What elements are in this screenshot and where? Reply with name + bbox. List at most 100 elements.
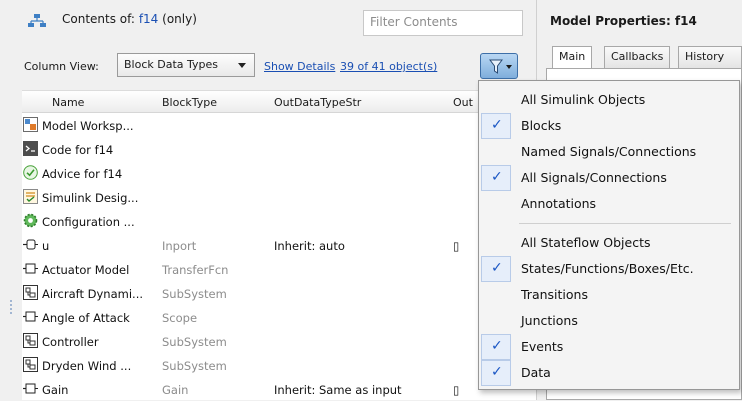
menu-item[interactable]: ✓ All Signals/Connections (479, 165, 739, 191)
cell-blocktype: TransferFcn (162, 263, 229, 277)
cell-name: Dryden Wind ... (42, 359, 132, 373)
checkmark-icon: ✓ (491, 169, 503, 185)
dropdown-arrow-icon (238, 63, 246, 68)
cell-blocktype: Gain (162, 383, 189, 397)
contents-prefix: Contents of: (62, 12, 135, 26)
table-row[interactable]: Aircraft Dynami... SubSystem (22, 281, 536, 305)
menu-item[interactable]: All Stateflow Objects (479, 230, 739, 256)
menu-item[interactable]: Junctions (479, 308, 739, 334)
table-row[interactable]: Simulink Desig... (22, 185, 536, 209)
block-icon (23, 381, 38, 396)
hierarchy-icon (28, 14, 46, 27)
contents-table: Name BlockType OutDataTypeStr Out Model … (22, 90, 536, 400)
column-view-select[interactable]: Block Data Types (117, 53, 255, 77)
menu-item-label: All Signals/Connections (521, 170, 667, 185)
cell-blocktype: Scope (162, 311, 198, 325)
cell-blocktype: SubSystem (162, 287, 227, 301)
column-header-outdatatypestr[interactable]: OutDataTypeStr (274, 96, 361, 109)
cell-outdatatypestr: Inherit: auto (274, 239, 345, 253)
cell-out: ▯ (453, 239, 460, 253)
inport-icon (23, 237, 38, 252)
funnel-icon (489, 59, 512, 74)
menu-item-label: All Stateflow Objects (521, 235, 651, 250)
cell-name: Code for f14 (42, 143, 114, 157)
menu-item-check-area: ✓ (481, 334, 511, 360)
cell-name: u (42, 239, 50, 253)
checkmark-icon: ✓ (491, 260, 503, 276)
menu-item-check-area (479, 282, 513, 308)
menu-item-label: Junctions (521, 313, 578, 328)
cell-blocktype: SubSystem (162, 335, 227, 349)
menu-item[interactable]: ✓ Blocks (479, 113, 739, 139)
row-filter-button[interactable] (480, 53, 518, 79)
cell-name: Aircraft Dynami... (42, 287, 144, 301)
block-icon (23, 309, 38, 324)
cell-name: Gain (42, 383, 69, 397)
object-count-link[interactable]: 39 of 41 object(s) (340, 60, 437, 73)
menu-item-label: Events (521, 339, 564, 354)
menu-item[interactable]: Transitions (479, 282, 739, 308)
menu-item-check-area: ✓ (481, 165, 511, 191)
column-view-label: Column View: (24, 60, 99, 73)
table-row[interactable]: Code for f14 (22, 137, 536, 161)
table-row[interactable]: Configuration ... (22, 209, 536, 233)
menu-item-label: Named Signals/Connections (521, 144, 697, 159)
model-properties-title: Model Properties: f14 (550, 14, 697, 28)
subsystem-icon (23, 357, 38, 372)
table-header: Name BlockType OutDataTypeStr Out (22, 91, 536, 113)
block-icon (23, 261, 38, 276)
tab-callbacks[interactable]: Callbacks (604, 46, 671, 68)
table-row[interactable]: Angle of Attack Scope (22, 305, 536, 329)
menu-item-label: All Simulink Objects (521, 92, 646, 107)
cell-name: Actuator Model (42, 263, 130, 277)
tab-main[interactable]: Main (552, 46, 593, 69)
menu-item-check-area (479, 308, 513, 334)
column-view-value: Block Data Types (124, 58, 219, 71)
menu-item-check-area: ✓ (481, 256, 511, 282)
cell-name: Configuration ... (42, 215, 135, 229)
column-header-name[interactable]: Name (52, 96, 84, 109)
cell-name: Angle of Attack (42, 311, 130, 325)
menu-item-check-area (479, 191, 513, 217)
checkmark-icon: ✓ (491, 117, 503, 133)
menu-item-label: Annotations (521, 196, 597, 211)
cell-blocktype: SubSystem (162, 359, 227, 373)
code-icon (23, 141, 38, 156)
menu-item[interactable]: All Simulink Objects (479, 87, 739, 113)
cell-name: Advice for f14 (42, 167, 123, 181)
cell-outdatatypestr: Inherit: Same as input (274, 383, 402, 397)
menu-item[interactable]: ✓ States/Functions/Boxes/Etc. (479, 256, 739, 282)
table-row[interactable]: u Inport Inherit: auto ▯ (22, 233, 536, 257)
menu-item-label: Data (521, 365, 551, 380)
menu-item[interactable]: Named Signals/Connections (479, 139, 739, 165)
checkmark-icon: ✓ (491, 364, 503, 380)
menu-item[interactable]: ✓ Events (479, 334, 739, 360)
cell-out: ▯ (453, 383, 460, 397)
column-header-blocktype[interactable]: BlockType (162, 96, 217, 109)
configuration-gear-icon (23, 213, 38, 228)
menu-item-check-area: ✓ (481, 360, 511, 386)
show-details-link[interactable]: Show Details (264, 60, 335, 73)
design-verifier-icon (23, 189, 38, 204)
tab-history[interactable]: History (678, 46, 742, 68)
table-row[interactable]: Dryden Wind ... SubSystem (22, 353, 536, 377)
filter-contents-input[interactable]: Filter Contents (363, 10, 523, 36)
table-row[interactable]: Controller SubSystem (22, 329, 536, 353)
splitter-grip-icon[interactable] (8, 298, 14, 318)
table-row[interactable]: Gain Gain Inherit: Same as input ▯ (22, 377, 536, 401)
cell-name: Controller (42, 335, 99, 349)
model-link[interactable]: f14 (139, 12, 159, 26)
menu-item-label: States/Functions/Boxes/Etc. (521, 261, 694, 276)
menu-item[interactable]: ✓ Data (479, 360, 739, 386)
table-row[interactable]: Model Worksp... (22, 113, 536, 137)
table-row[interactable]: Actuator Model TransferFcn (22, 257, 536, 281)
menu-item-label: Blocks (521, 118, 562, 133)
checkmark-icon: ✓ (491, 338, 503, 354)
table-row[interactable]: Advice for f14 (22, 161, 536, 185)
column-header-out[interactable]: Out (453, 96, 473, 109)
cell-name: Model Worksp... (42, 119, 134, 133)
menu-item[interactable]: Annotations (479, 191, 739, 217)
advice-check-icon (23, 165, 38, 180)
cell-name: Simulink Desig... (42, 191, 139, 205)
menu-item-check-area: ✓ (481, 113, 511, 139)
